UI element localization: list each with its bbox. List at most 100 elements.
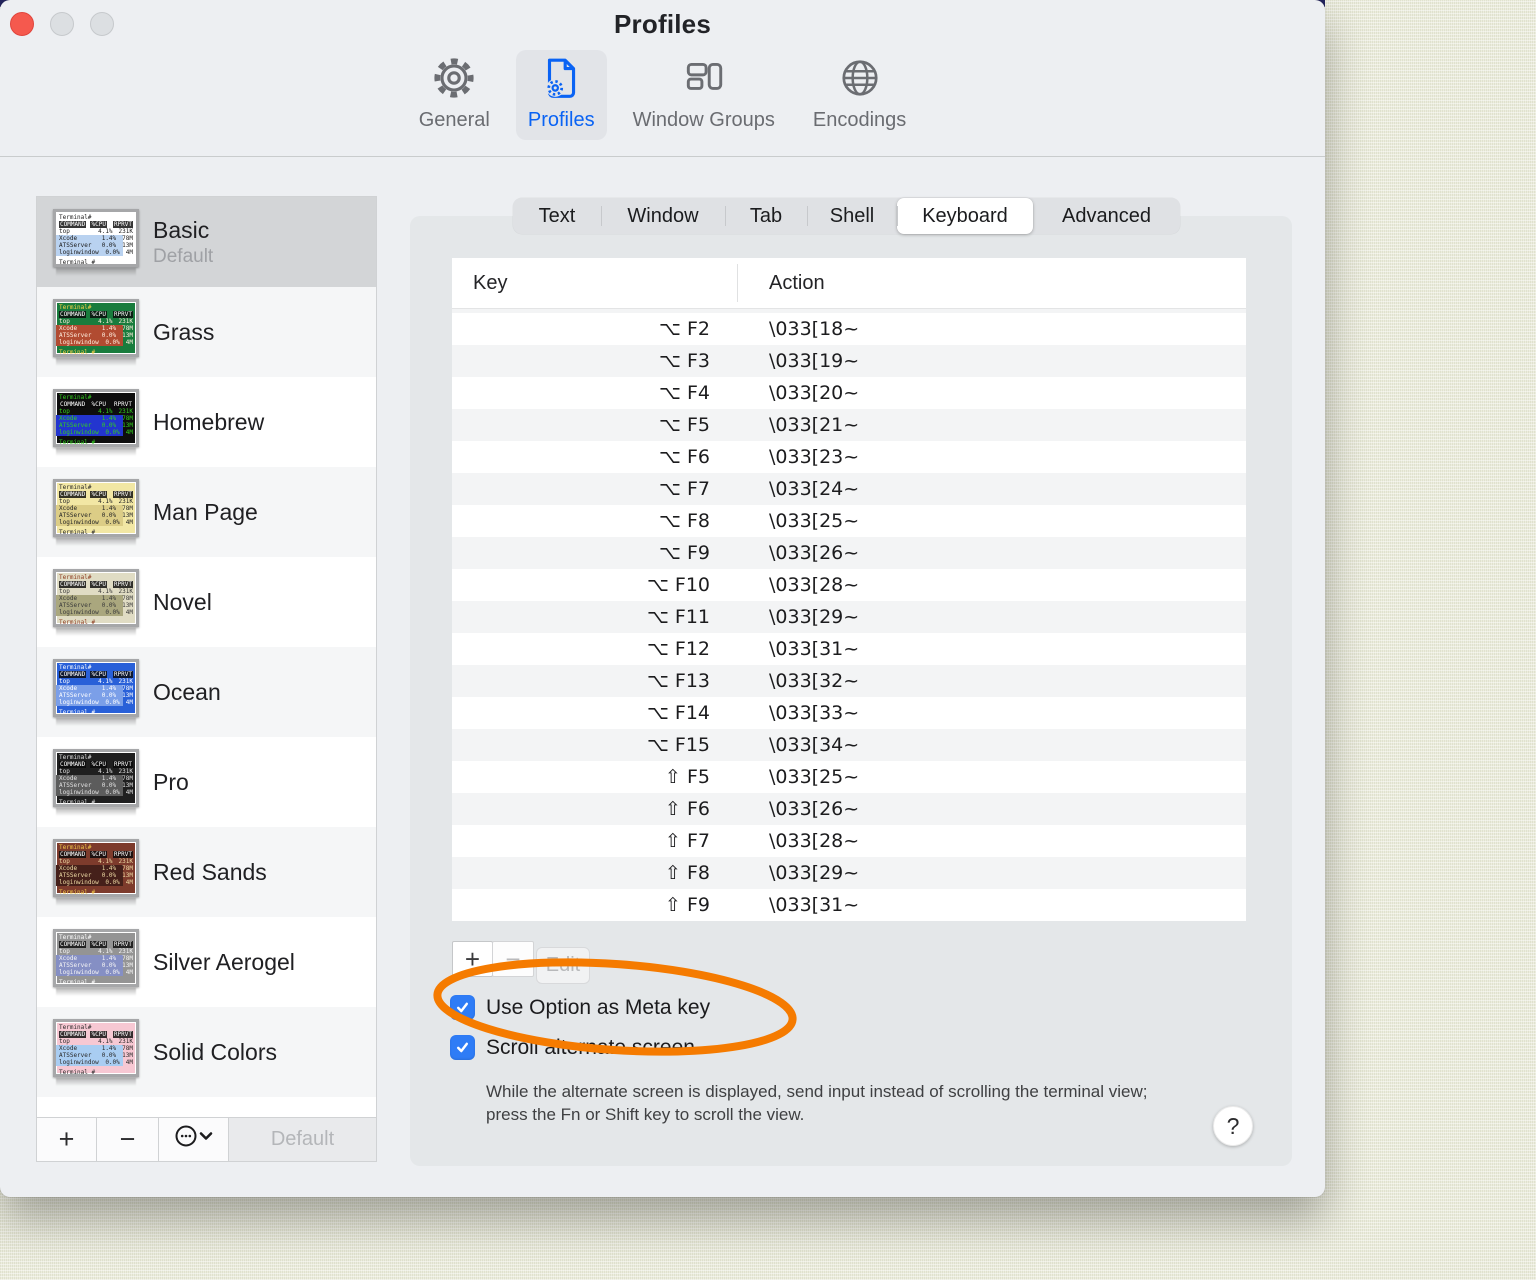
- toolbar-item-label: Window Groups: [632, 109, 775, 131]
- profile-thumbnail: Terminal# COMMAND %CPU RPRVT top 4.1% 231K …: [53, 929, 139, 996]
- shortcut-row[interactable]: ⌥ F10 \033[28~: [452, 569, 1246, 601]
- profile-name: Red Sands: [153, 858, 267, 885]
- profile-thumbnail: Terminal# COMMAND %CPU RPRVT top 4.1% 231K …: [53, 479, 139, 546]
- tab-divider: [601, 206, 602, 226]
- profile-subtitle: Default: [153, 245, 214, 267]
- use-option-as-meta-checkbox[interactable]: [450, 995, 475, 1020]
- shortcut-action: \033[29~: [769, 606, 860, 628]
- shortcut-action: \033[29~: [769, 862, 860, 884]
- toolbar-item-general[interactable]: General: [407, 50, 502, 140]
- profile-row-novel[interactable]: Terminal# COMMAND %CPU RPRVT top 4.1% 231K …: [37, 557, 376, 647]
- shortcut-action: \033[26~: [769, 798, 860, 820]
- set-default-button[interactable]: Default: [229, 1118, 376, 1161]
- column-header-key: Key: [452, 264, 738, 302]
- toolbar-item-label: Encodings: [812, 109, 907, 131]
- thumbnail-reflection: [56, 808, 136, 816]
- use-option-as-meta-label: Use Option as Meta key: [486, 995, 711, 1019]
- profile-row-ocean[interactable]: Terminal# COMMAND %CPU RPRVT top 4.1% 231K …: [37, 647, 376, 737]
- tab-tab[interactable]: Tab: [725, 198, 807, 234]
- shortcut-row[interactable]: ⇧ F8 \033[29~: [452, 857, 1246, 889]
- shortcut-row[interactable]: ⌥ F14 \033[33~: [452, 697, 1246, 729]
- shortcut-row[interactable]: ⌥ F6 \033[23~: [452, 441, 1246, 473]
- tab-keyboard[interactable]: Keyboard: [897, 198, 1033, 234]
- thumbnail-reflection: [56, 988, 136, 996]
- profile-row-red-sands[interactable]: Terminal# COMMAND %CPU RPRVT top 4.1% 231K …: [37, 827, 376, 917]
- shortcut-key: ⌥ F13: [646, 670, 710, 692]
- shortcut-row[interactable]: ⇧ F9 \033[31~: [452, 889, 1246, 921]
- shortcut-row[interactable]: ⌥ F8 \033[25~: [452, 505, 1246, 537]
- shortcut-action: \033[18~: [769, 318, 860, 340]
- thumbnail-reflection: [56, 268, 136, 276]
- shortcut-row[interactable]: ⌥ F5 \033[21~: [452, 409, 1246, 441]
- toolbar-divider: [0, 156, 1325, 157]
- shortcut-key: ⌥ F5: [659, 414, 710, 436]
- shortcut-row[interactable]: ⇧ F5 \033[25~: [452, 761, 1246, 793]
- profile-name: Ocean: [153, 678, 221, 705]
- more-options-button[interactable]: [159, 1118, 229, 1161]
- profile-name: Basic: [153, 216, 210, 243]
- profile-thumbnail: Terminal# COMMAND %CPU RPRVT top 4.1% 231K …: [53, 569, 139, 636]
- shortcut-row[interactable]: ⌥ F12 \033[31~: [452, 633, 1246, 665]
- shortcut-row[interactable]: ⌥ F15 \033[34~: [452, 729, 1246, 761]
- titlebar: Profiles: [0, 0, 1325, 48]
- profile-thumbnail: Terminal# COMMAND %CPU RPRVT top 4.1% 231K …: [53, 749, 139, 816]
- shortcut-key: ⌥ F11: [646, 606, 710, 628]
- scroll-alternate-screen-row: Scroll alternate screen: [450, 1035, 695, 1060]
- profile-name: Pro: [153, 768, 189, 795]
- shortcut-row[interactable]: ⌥ F9 \033[26~: [452, 537, 1246, 569]
- shortcut-action: \033[23~: [769, 446, 860, 468]
- toolbar-item-window-groups[interactable]: Window Groups: [621, 50, 787, 140]
- profile-row-pro[interactable]: Terminal# COMMAND %CPU RPRVT top 4.1% 231K …: [37, 737, 376, 827]
- tab-label: Text: [538, 204, 576, 227]
- shortcut-key: ⇧ F7: [665, 830, 710, 852]
- help-button[interactable]: ?: [1213, 1106, 1253, 1146]
- tab-advanced[interactable]: Advanced: [1033, 198, 1180, 234]
- add-profile-button[interactable]: +: [37, 1118, 97, 1161]
- toolbar-item-profiles[interactable]: Profiles: [515, 50, 607, 140]
- profile-name: Grass: [153, 318, 215, 345]
- thumbnail-reflection: [56, 358, 136, 366]
- profile-name: Novel: [153, 588, 212, 615]
- profile-row-silver-aerogel[interactable]: Terminal# COMMAND %CPU RPRVT top 4.1% 231K …: [37, 917, 376, 1007]
- profile-row-grass[interactable]: Terminal# COMMAND %CPU RPRVT top 4.1% 231K …: [37, 287, 376, 377]
- shortcut-action: \033[21~: [769, 414, 860, 436]
- toolbar-item-label: General: [418, 109, 490, 131]
- shortcut-row[interactable]: ⌥ F3 \033[19~: [452, 345, 1246, 377]
- shortcut-row[interactable]: ⌥ F11 \033[29~: [452, 601, 1246, 633]
- toolbar-item-label: Profiles: [527, 109, 595, 131]
- preferences-toolbar: General Profiles Window Groups Encodings: [0, 50, 1325, 154]
- profile-list-toolbar: + − Default: [37, 1117, 376, 1161]
- shortcut-row[interactable]: ⇧ F7 \033[28~: [452, 825, 1246, 857]
- shortcut-action: \033[25~: [769, 766, 860, 788]
- tab-text[interactable]: Text: [513, 198, 601, 234]
- profile-row-solid-colors[interactable]: Terminal# COMMAND %CPU RPRVT top 4.1% 231K …: [37, 1007, 376, 1097]
- scroll-alternate-screen-checkbox[interactable]: [450, 1035, 475, 1060]
- window-title: Profiles: [614, 9, 711, 39]
- profile-row-basic[interactable]: Terminal# COMMAND %CPU RPRVT top 4.1% 231K …: [37, 197, 376, 287]
- edit-key-button[interactable]: Edit: [536, 947, 590, 984]
- shortcut-row[interactable]: ⌥ F4 \033[20~: [452, 377, 1246, 409]
- shortcut-key: ⌥ F14: [646, 702, 710, 724]
- profile-row-homebrew[interactable]: Terminal# COMMAND %CPU RPRVT top 4.1% 231K …: [37, 377, 376, 467]
- shortcut-action: \033[25~: [769, 510, 860, 532]
- shortcut-row[interactable]: ⌥ F7 \033[24~: [452, 473, 1246, 505]
- remove-key-button[interactable]: −: [492, 941, 534, 977]
- shortcut-key: ⇧ F9: [665, 894, 710, 916]
- add-key-button[interactable]: +: [452, 941, 493, 977]
- tab-label: Window: [627, 204, 699, 227]
- thumbnail-reflection: [56, 538, 136, 546]
- tab-shell[interactable]: Shell: [807, 198, 897, 234]
- tab-window[interactable]: Window: [601, 198, 725, 234]
- shortcut-row[interactable]: ⌥ F13 \033[32~: [452, 665, 1246, 697]
- shortcut-action: \033[26~: [769, 542, 860, 564]
- profile-thumbnail: Terminal# COMMAND %CPU RPRVT top 4.1% 231K …: [53, 299, 139, 366]
- shortcut-key: ⌥ F12: [646, 638, 710, 660]
- profile-row-man-page[interactable]: Terminal# COMMAND %CPU RPRVT top 4.1% 231K …: [37, 467, 376, 557]
- tab-divider: [897, 206, 898, 226]
- toolbar-item-encodings[interactable]: Encodings: [801, 50, 918, 140]
- thumbnail-reflection: [56, 1078, 136, 1086]
- shortcut-row[interactable]: ⇧ F6 \033[26~: [452, 793, 1246, 825]
- remove-profile-button[interactable]: −: [97, 1118, 159, 1161]
- profile-thumbnail: Terminal# COMMAND %CPU RPRVT top 4.1% 231K …: [53, 659, 139, 726]
- shortcut-row[interactable]: ⌥ F2 \033[18~: [452, 313, 1246, 345]
